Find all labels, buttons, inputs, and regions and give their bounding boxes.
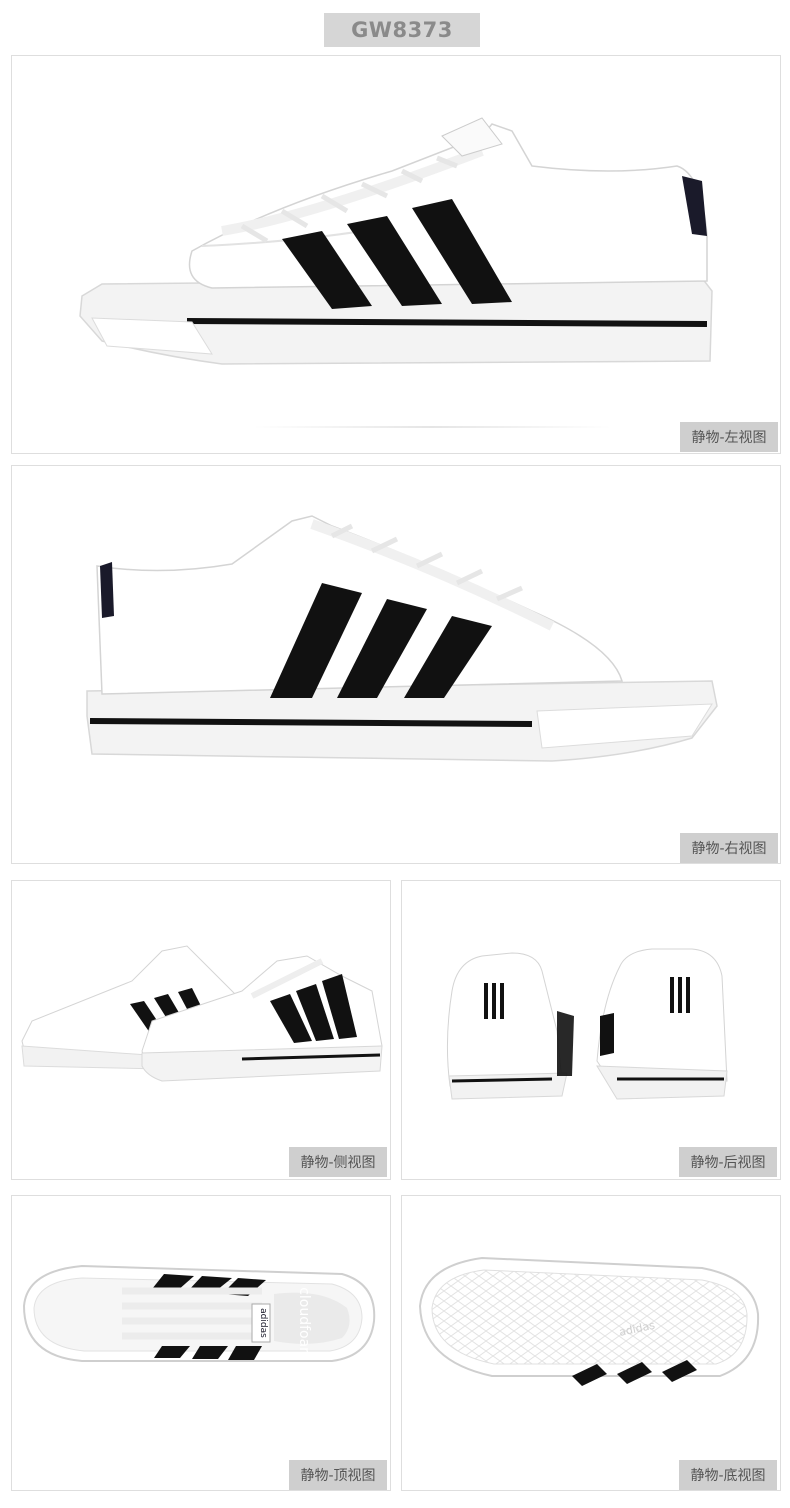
shoe-top-illustration: cloudfoam adidas <box>22 1264 376 1362</box>
product-sku-badge: GW8373 <box>324 13 480 47</box>
shoe-image-side-view: 静物-侧视图 <box>11 880 391 1180</box>
insole-brand-text: cloudfoam <box>296 1287 312 1361</box>
view-label-back: 静物-后视图 <box>679 1147 777 1177</box>
view-label-top: 静物-顶视图 <box>289 1460 387 1490</box>
view-label-bottom: 静物-底视图 <box>679 1460 777 1490</box>
tongue-brand-text: adidas <box>258 1308 268 1338</box>
view-label-right: 静物-右视图 <box>680 833 778 863</box>
shoe-pair-back-illustration <box>446 948 728 1100</box>
view-label-side: 静物-侧视图 <box>289 1147 387 1177</box>
shoe-image-top-view: cloudfoam adidas 静物-顶视图 <box>11 1195 391 1491</box>
shoe-bottom-illustration: adidas <box>418 1256 760 1386</box>
shoe-image-back-view: 静物-后视图 <box>401 880 781 1180</box>
shoe-image-left-view: 静物-左视图 <box>11 55 781 454</box>
view-label-left: 静物-左视图 <box>680 422 778 452</box>
shoe-right-illustration <box>86 515 718 762</box>
shoe-left-illustration <box>79 117 713 365</box>
shoe-image-bottom-view: adidas 静物-底视图 <box>401 1195 781 1491</box>
shoe-image-right-view: 静物-右视图 <box>11 465 781 864</box>
shoe-pair-side-illustration <box>21 945 383 1082</box>
